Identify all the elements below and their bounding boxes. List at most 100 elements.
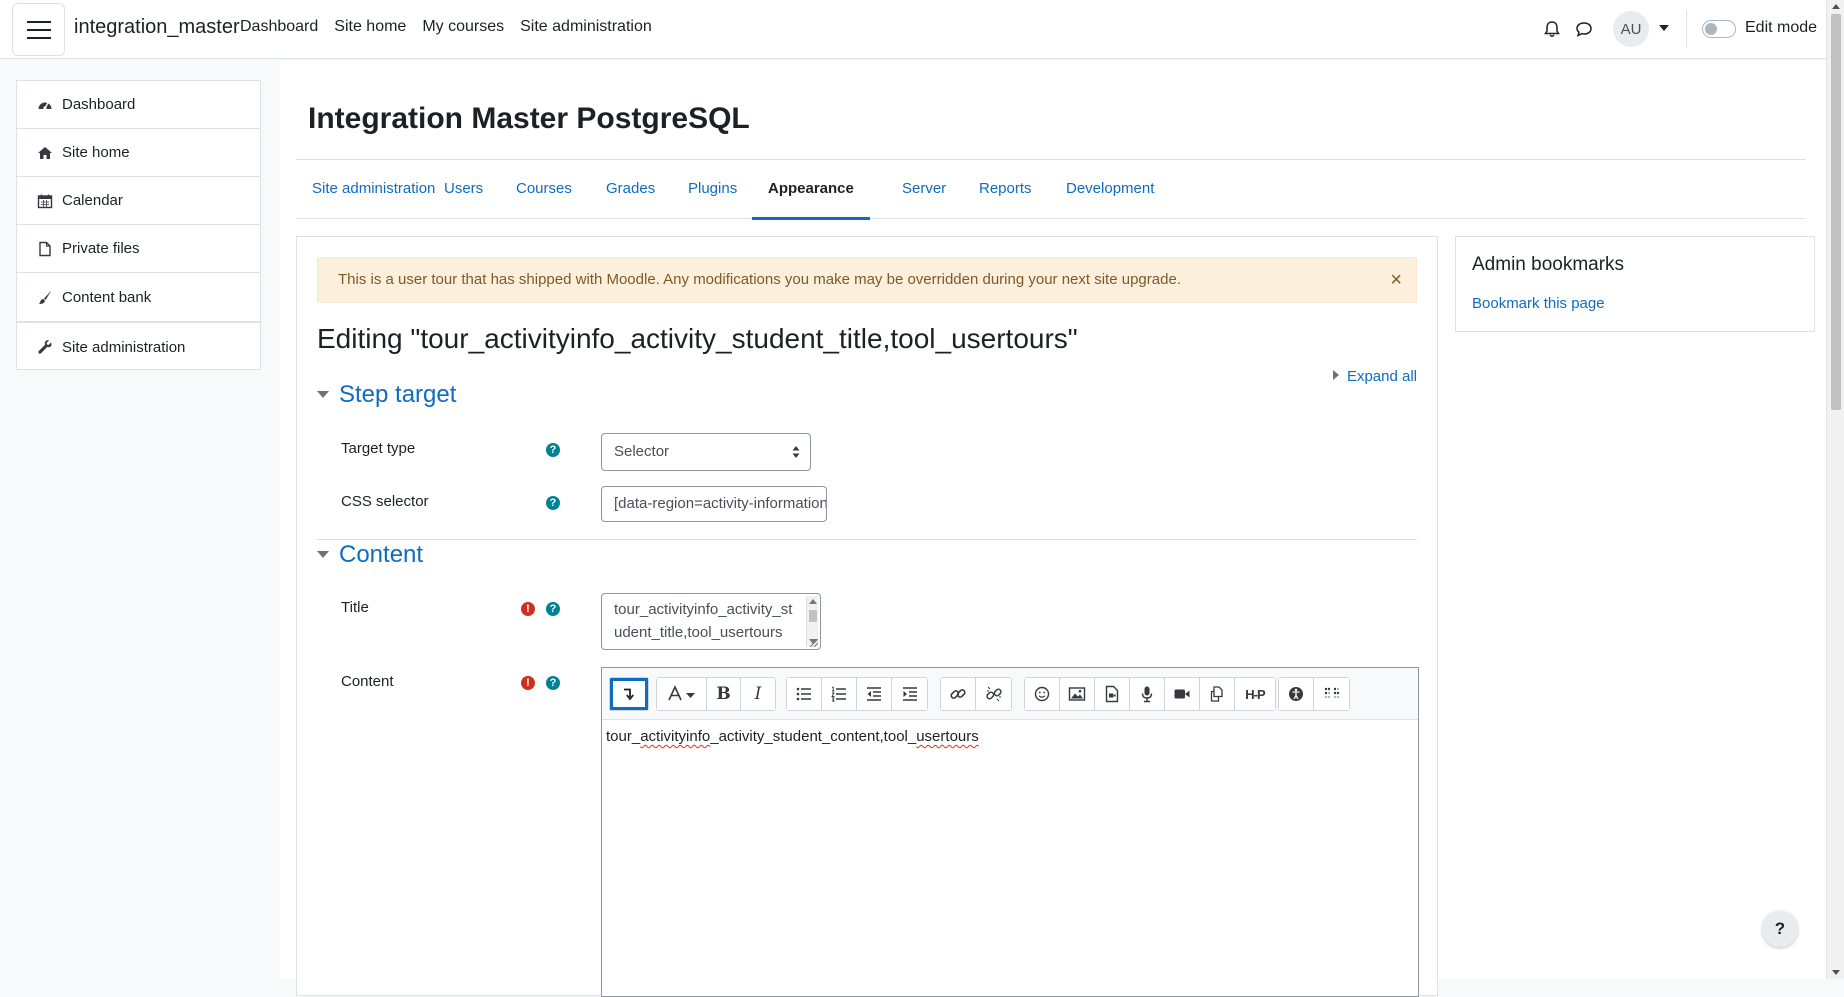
title-label: Title — [341, 599, 369, 616]
atto-editor: B I H-P tour_activityinfo_activity_stude… — [601, 667, 1419, 997]
tab-grades[interactable]: Grades — [590, 160, 671, 220]
record-audio-button[interactable] — [1130, 678, 1165, 710]
bold-button[interactable]: B — [707, 678, 741, 710]
help-fab-button[interactable]: ? — [1762, 911, 1798, 947]
spellcheck-flagged-word: usertours — [916, 728, 979, 745]
braille-icon — [1324, 687, 1339, 699]
nav-my-courses[interactable]: My courses — [422, 18, 504, 36]
accessibility-icon — [1289, 687, 1303, 701]
close-icon[interactable]: × — [1390, 258, 1402, 302]
nav-site-home[interactable]: Site home — [334, 18, 406, 36]
emoticon-button[interactable] — [1025, 678, 1060, 710]
outdent-button[interactable] — [857, 678, 892, 710]
page-scrollbar[interactable] — [1826, 0, 1844, 979]
unlink-button[interactable] — [976, 678, 1011, 710]
home-icon — [38, 146, 52, 159]
tab-users[interactable]: Users — [428, 160, 499, 220]
editor-toolbar: B I H-P — [602, 668, 1418, 720]
primary-navigation: Dashboard Site home My courses Site admi… — [240, 18, 652, 36]
show-more-icon — [624, 688, 634, 701]
accessibility-checker-button[interactable] — [1279, 678, 1314, 710]
outdent-icon — [867, 687, 881, 701]
unordered-list-button[interactable] — [787, 678, 822, 710]
section-step-target-header[interactable]: Step target — [317, 381, 456, 409]
select-arrows-icon — [792, 446, 800, 458]
collapse-toolbar-button[interactable] — [610, 678, 648, 710]
bookmark-this-page-link[interactable]: Bookmark this page — [1472, 295, 1605, 312]
content-label: Content — [341, 673, 394, 690]
section-title: Content — [339, 541, 424, 568]
expand-all-label: Expand all — [1346, 368, 1417, 385]
edit-tour-step-heading: Editing "tour_activityinfo_activity_stud… — [317, 323, 1078, 354]
help-icon[interactable]: ? — [546, 443, 560, 457]
drawer-item-private-files[interactable]: Private files — [17, 225, 260, 273]
paragraph-style-button[interactable] — [657, 678, 707, 710]
insert-media-button[interactable] — [1095, 678, 1130, 710]
drawer-toggle-button[interactable] — [12, 3, 65, 56]
editor-content-area[interactable]: tour_activityinfo_activity_student_conte… — [606, 728, 979, 745]
help-icon[interactable]: ? — [546, 602, 560, 616]
toolbar-group-collapse — [609, 677, 649, 711]
drawer-item-label: Dashboard — [62, 96, 136, 113]
italic-button[interactable]: I — [741, 678, 775, 710]
help-icon[interactable]: ? — [546, 676, 560, 690]
title-textarea[interactable]: tour_activityinfo_activity_student_title… — [601, 593, 821, 650]
image-icon — [1068, 687, 1086, 701]
navbar-divider — [1686, 10, 1687, 48]
tab-courses[interactable]: Courses — [500, 160, 588, 220]
video-camera-icon — [1174, 689, 1190, 699]
tab-plugins[interactable]: Plugins — [672, 160, 753, 220]
toolbar-group-lists — [786, 677, 928, 711]
css-selector-input[interactable]: [data-region=activity-information] — [601, 486, 827, 522]
calendar-icon — [37, 194, 53, 208]
user-avatar[interactable]: AU — [1613, 11, 1649, 47]
toolbar-group-media: H-P — [1024, 677, 1276, 711]
nav-site-administration[interactable]: Site administration — [520, 18, 652, 36]
tab-server[interactable]: Server — [886, 160, 962, 220]
indent-icon — [902, 687, 917, 701]
resize-grip-icon[interactable] — [810, 639, 818, 647]
nav-dashboard[interactable]: Dashboard — [240, 18, 318, 36]
chat-bubble-icon[interactable] — [1574, 19, 1594, 39]
font-style-dropdown-icon — [667, 685, 695, 701]
scroll-up-icon[interactable] — [1832, 4, 1840, 9]
caret-down-icon — [317, 551, 329, 558]
ordered-list-button[interactable] — [822, 678, 857, 710]
scrollbar-thumb[interactable] — [1831, 14, 1841, 410]
h5p-button[interactable]: H-P — [1235, 678, 1275, 710]
drawer-item-site-administration[interactable]: Site administration — [17, 323, 260, 371]
scroll-down-icon[interactable] — [1832, 970, 1840, 975]
tab-appearance[interactable]: Appearance — [752, 160, 870, 220]
drawer-item-content-bank[interactable]: Content bank — [17, 273, 260, 321]
bell-icon[interactable] — [1542, 19, 1562, 39]
smiley-icon — [1034, 686, 1050, 702]
region-main: This is a user tour that has shipped wit… — [296, 236, 1438, 997]
tab-development[interactable]: Development — [1050, 160, 1170, 220]
expand-all-link[interactable]: Expand all — [1332, 368, 1417, 385]
dashboard-icon — [38, 102, 52, 110]
manage-files-button[interactable] — [1200, 678, 1235, 710]
link-button[interactable] — [941, 678, 976, 710]
hamburger-icon — [26, 20, 51, 23]
section-content-header[interactable]: Content — [317, 541, 423, 569]
target-type-select[interactable]: Selector — [601, 433, 811, 471]
drawer-item-dashboard[interactable]: Dashboard — [17, 81, 260, 129]
site-brand-link[interactable]: integration_master — [74, 16, 240, 39]
microphone-icon — [1141, 686, 1153, 703]
target-type-value: Selector — [614, 443, 670, 460]
file-media-icon — [1105, 685, 1119, 703]
help-icon[interactable]: ? — [546, 496, 560, 510]
tab-reports[interactable]: Reports — [963, 160, 1048, 220]
course-index-drawer: Dashboard Site home Calendar Private fil… — [0, 60, 280, 979]
screen-reader-helper-button[interactable] — [1314, 678, 1349, 710]
insert-image-button[interactable] — [1060, 678, 1095, 710]
caret-right-icon — [1332, 370, 1339, 380]
unlink-icon — [985, 686, 1002, 702]
user-menu-caret-icon[interactable] — [1659, 25, 1669, 31]
drawer-item-site-home[interactable]: Site home — [17, 129, 260, 177]
drawer-item-calendar[interactable]: Calendar — [17, 177, 260, 225]
edit-mode-toggle[interactable] — [1702, 20, 1736, 38]
record-video-button[interactable] — [1165, 678, 1200, 710]
drawer-item-label: Calendar — [62, 192, 123, 209]
indent-button[interactable] — [892, 678, 927, 710]
